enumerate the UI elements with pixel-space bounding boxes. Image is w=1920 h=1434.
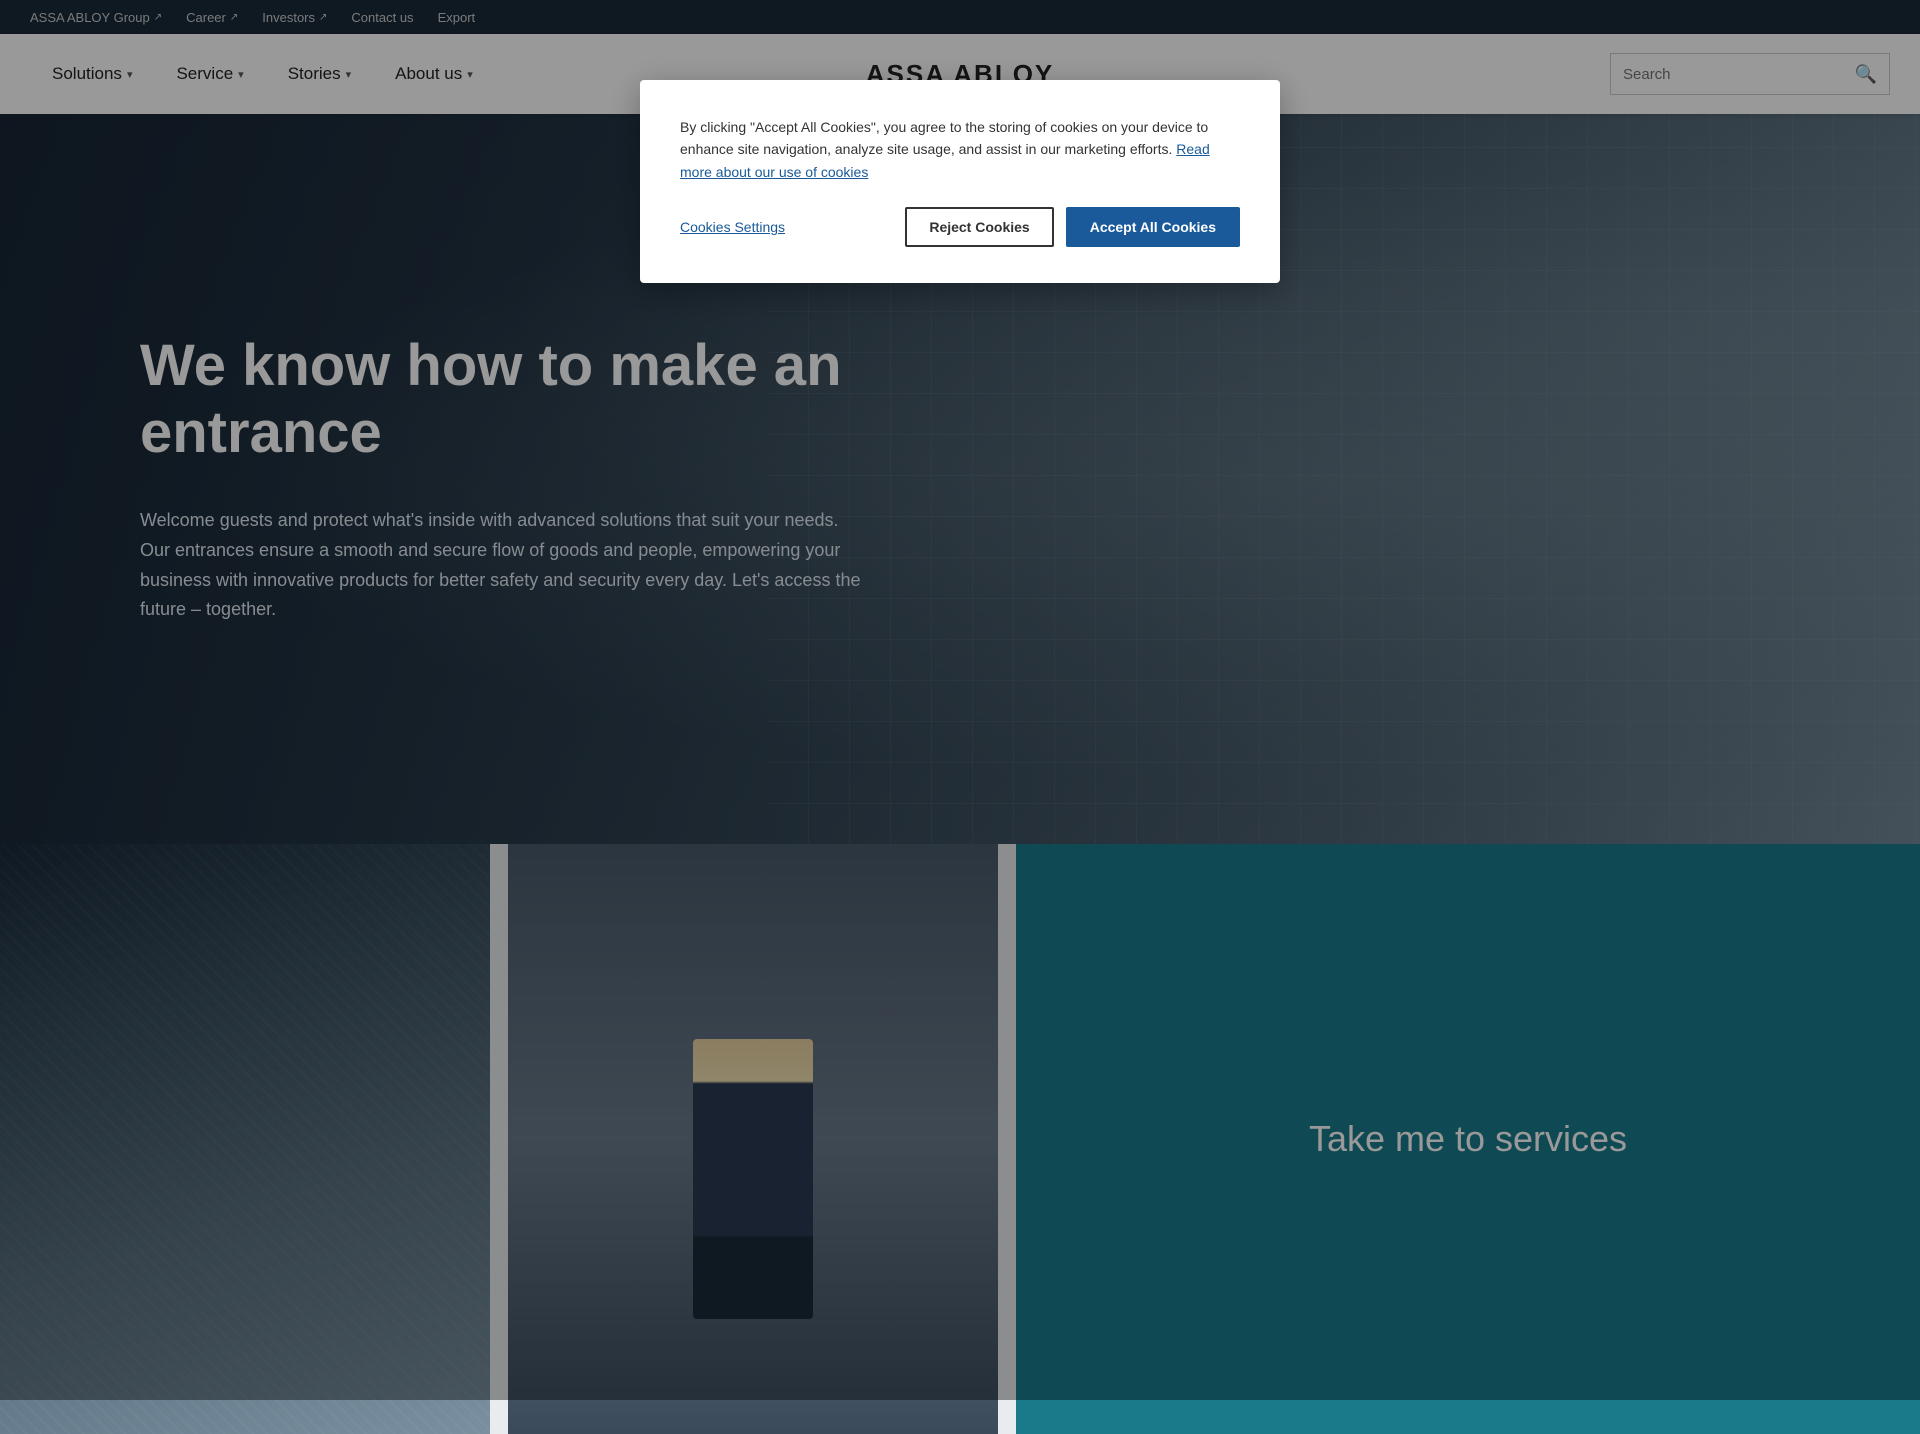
cookie-buttons: Cookies Settings Reject Cookies Accept A… (680, 207, 1240, 247)
reject-cookies-button[interactable]: Reject Cookies (905, 207, 1053, 247)
accept-cookies-button[interactable]: Accept All Cookies (1066, 207, 1240, 247)
cookie-text: By clicking "Accept All Cookies", you ag… (680, 116, 1240, 183)
cookie-overlay: By clicking "Accept All Cookies", you ag… (0, 0, 1920, 1400)
cookies-settings-button[interactable]: Cookies Settings (680, 219, 785, 235)
cookie-modal: By clicking "Accept All Cookies", you ag… (640, 80, 1280, 283)
